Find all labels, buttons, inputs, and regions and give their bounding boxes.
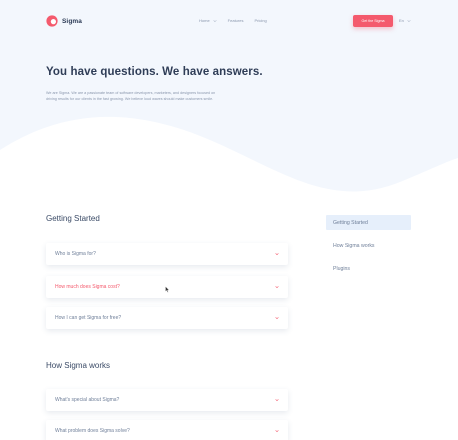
sidebar-item-how-sigma-works[interactable]: How Sigma works bbox=[326, 238, 411, 253]
sidebar-item-getting-started[interactable]: Getting Started bbox=[326, 215, 411, 230]
faq-item[interactable]: What's special about Sigma? bbox=[46, 389, 288, 411]
chevron-down-icon bbox=[275, 286, 279, 289]
hero-description: We are Sigma. We are a passionate team o… bbox=[46, 91, 216, 102]
nav-item-label: Pricing bbox=[254, 18, 267, 23]
brand-logo[interactable]: Sigma bbox=[46, 15, 82, 27]
section-title-how-sigma-works: How Sigma works bbox=[46, 361, 111, 370]
get-sigma-button[interactable]: Get the Sigma bbox=[353, 15, 393, 27]
faq-question: Who is Sigma for? bbox=[55, 251, 96, 257]
faq-item[interactable]: What problem does Sigma solve? bbox=[46, 420, 288, 440]
nav-item-home[interactable]: Home bbox=[199, 18, 217, 23]
faq-item[interactable]: How I can get Sigma for free? bbox=[46, 307, 288, 329]
brand-name: Sigma bbox=[62, 17, 83, 25]
top-navbar: Sigma Home Features Pricing Get the Sigm… bbox=[0, 0, 458, 42]
page-title: You have questions. We have answers. bbox=[46, 66, 263, 78]
chevron-down-icon bbox=[275, 430, 279, 433]
nav-item-label: Features bbox=[227, 18, 244, 23]
faq-question: How I can get Sigma for free? bbox=[55, 315, 122, 321]
language-selector[interactable]: En bbox=[399, 18, 411, 23]
mouse-pointer-icon bbox=[165, 286, 170, 293]
section-title-getting-started: Getting Started bbox=[46, 214, 100, 223]
faq-item[interactable]: Who is Sigma for? bbox=[46, 243, 288, 265]
nav-item-features[interactable]: Features bbox=[228, 18, 244, 23]
nav-item-label: Home bbox=[199, 18, 210, 23]
language-label: En bbox=[399, 18, 404, 23]
chevron-down-icon bbox=[275, 399, 279, 402]
faq-question: What's special about Sigma? bbox=[55, 397, 120, 403]
sidebar-item-plugins[interactable]: Plugins bbox=[326, 261, 411, 276]
chevron-down-icon bbox=[213, 19, 217, 22]
nav-item-pricing[interactable]: Pricing bbox=[254, 18, 266, 23]
chevron-down-icon bbox=[407, 19, 411, 22]
faq-question: How much does Sigma cost? bbox=[55, 284, 120, 290]
faq-question: What problem does Sigma solve? bbox=[55, 428, 130, 434]
main-menu: Home Features Pricing bbox=[199, 18, 278, 23]
logo-icon bbox=[46, 15, 58, 27]
hero-wave bbox=[0, 116, 458, 210]
chevron-down-icon bbox=[275, 317, 279, 320]
chevron-down-icon bbox=[275, 253, 279, 256]
